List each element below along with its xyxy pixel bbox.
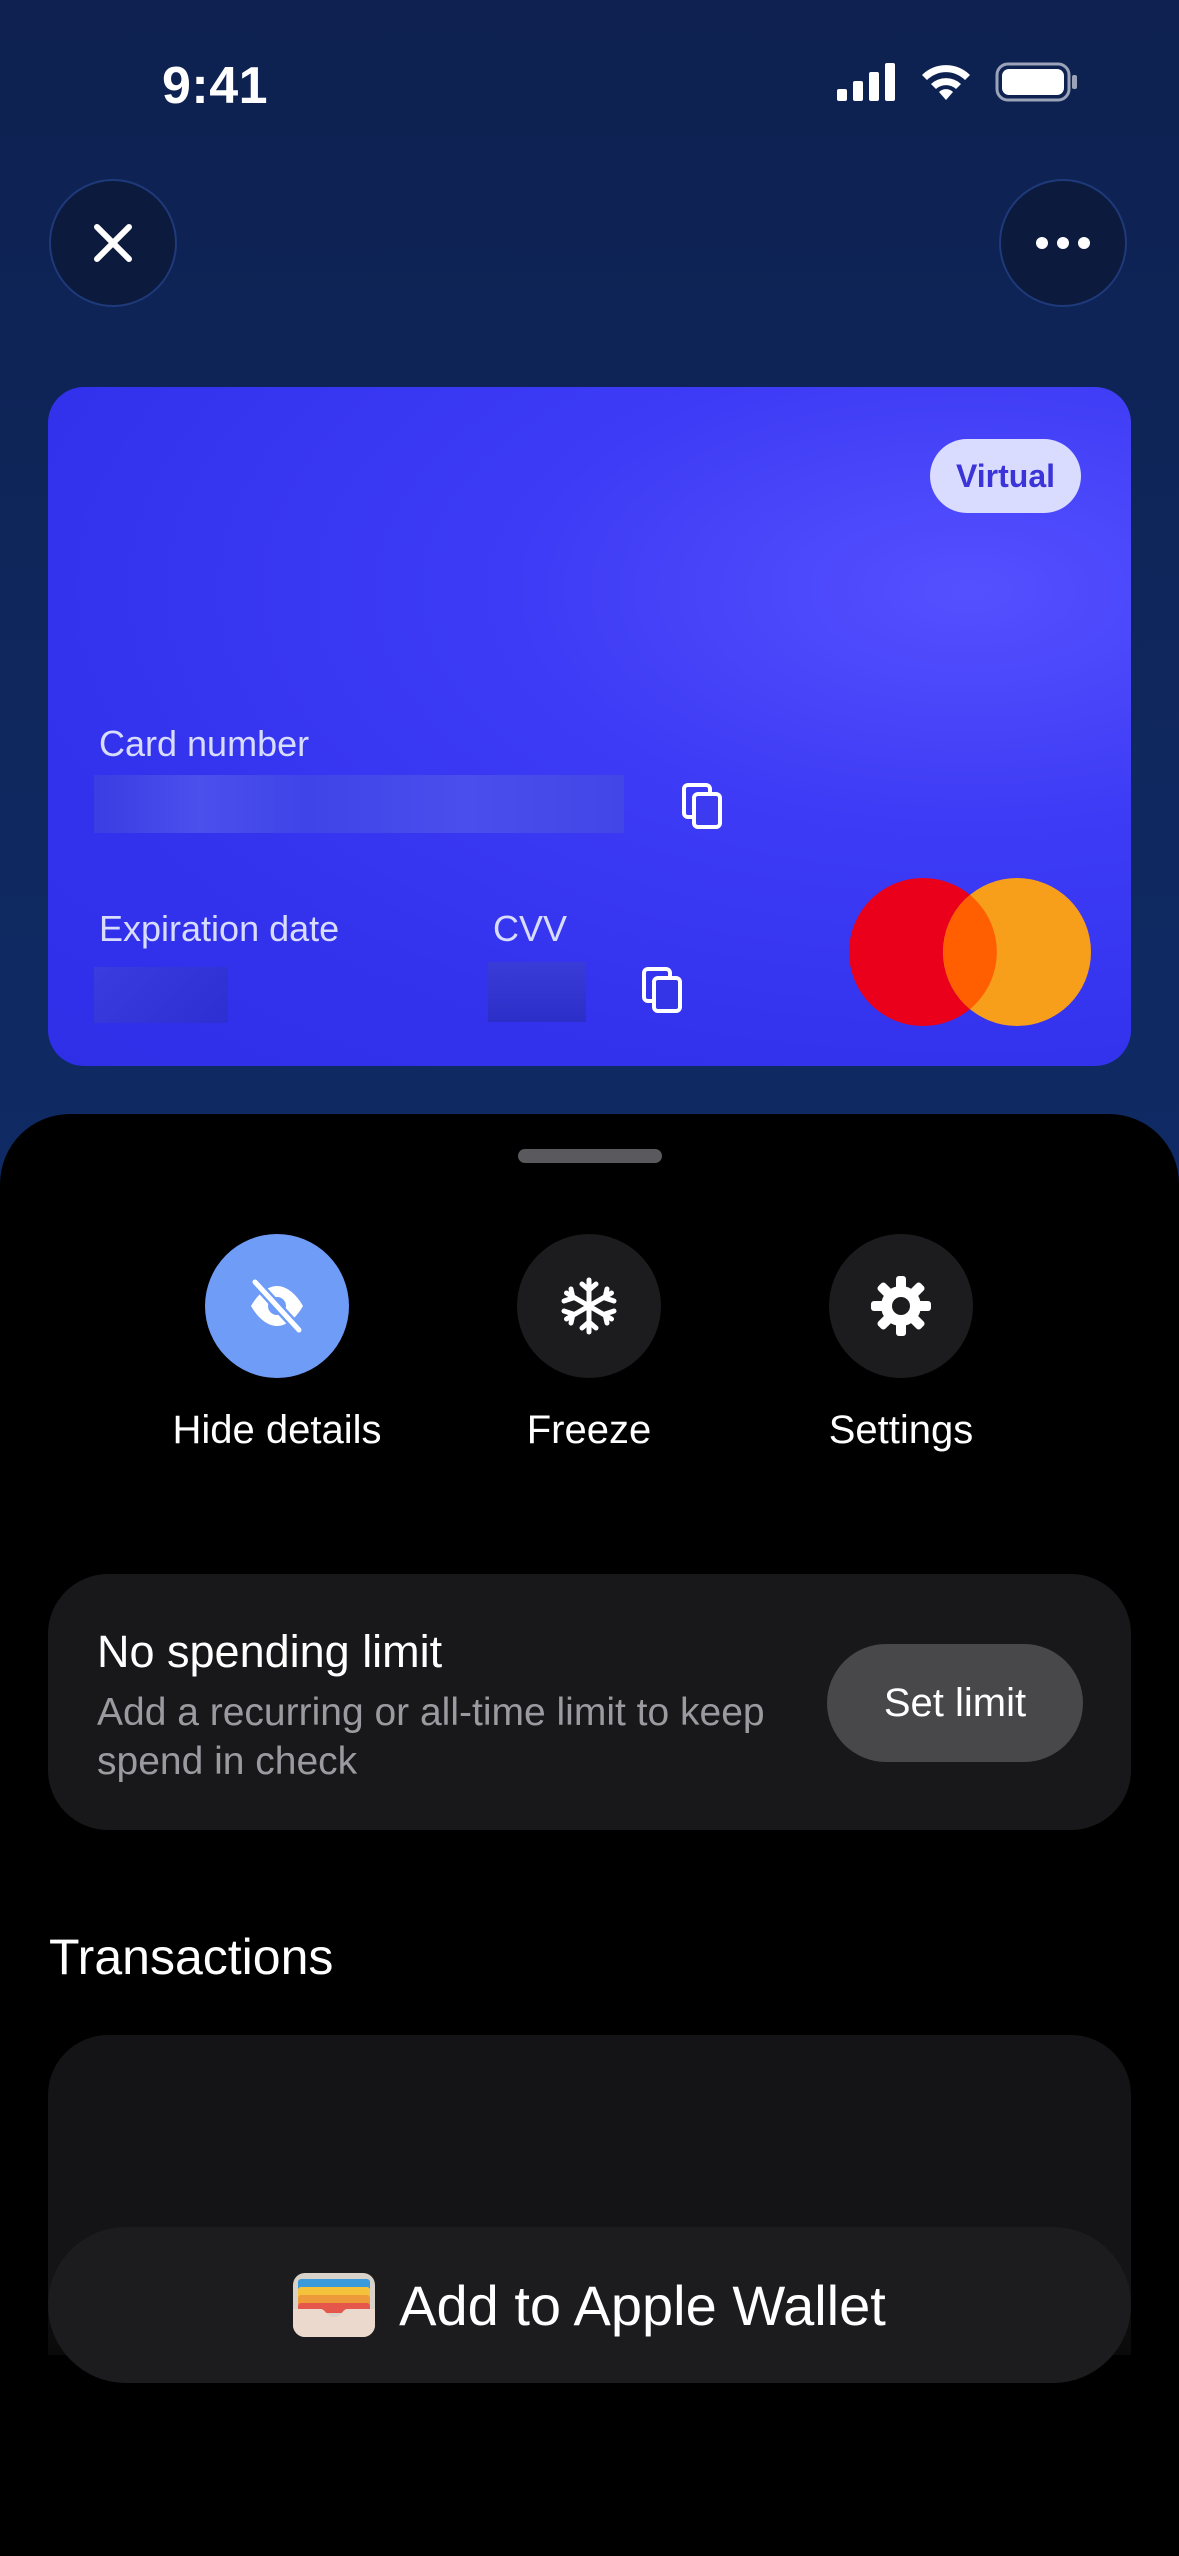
add-to-apple-wallet-button[interactable]: Add to Apple Wallet xyxy=(48,2227,1131,2383)
spending-limit-title: No spending limit xyxy=(97,1626,443,1677)
status-icons xyxy=(837,62,1079,102)
virtual-card: Virtual Card number Expiration date CVV xyxy=(48,387,1131,1066)
transactions-title: Transactions xyxy=(49,1929,334,1985)
freeze-circle[interactable] xyxy=(517,1234,661,1378)
cvv-value xyxy=(488,962,586,1022)
copy-card-number-icon[interactable] xyxy=(680,782,724,830)
card-number-label: Card number xyxy=(99,723,310,764)
card-number-value xyxy=(94,775,624,833)
bottom-sheet: Hide details Freeze Settings No spending… xyxy=(0,1114,1179,2556)
card-details-screen: 9:41 Virtual Card number Expiration date… xyxy=(0,0,1179,2556)
freeze-button[interactable]: Freeze xyxy=(439,1234,739,1453)
expiration-date-label: Expiration date xyxy=(99,908,340,949)
gear-icon xyxy=(871,1276,931,1336)
settings-label: Settings xyxy=(828,1408,974,1452)
sheet-handle[interactable] xyxy=(518,1149,662,1163)
cellular-signal-icon xyxy=(837,63,895,101)
close-icon xyxy=(94,224,132,262)
eye-slash-icon xyxy=(250,1277,304,1335)
add-to-apple-wallet-label: Add to Apple Wallet xyxy=(399,2273,886,2337)
close-button[interactable] xyxy=(49,179,177,307)
settings-button[interactable]: Settings xyxy=(751,1234,1051,1453)
settings-circle[interactable] xyxy=(829,1234,973,1378)
mastercard-logo xyxy=(849,878,1091,1026)
spending-limit-card: No spending limit Add a recurring or all… xyxy=(48,1574,1131,1830)
apple-wallet-icon xyxy=(293,2273,376,2337)
copy-cvv-icon[interactable] xyxy=(640,966,684,1014)
wifi-icon xyxy=(922,65,970,100)
battery-icon xyxy=(995,62,1077,102)
more-options-button[interactable] xyxy=(999,179,1127,307)
set-limit-button[interactable]: Set limit xyxy=(827,1644,1083,1762)
hide-details-button[interactable]: Hide details xyxy=(127,1234,427,1453)
hide-details-label: Hide details xyxy=(172,1408,382,1452)
hide-details-circle[interactable] xyxy=(205,1234,349,1378)
freeze-label: Freeze xyxy=(526,1408,652,1452)
expiration-date-value xyxy=(94,967,228,1023)
cvv-label: CVV xyxy=(493,908,568,949)
spending-limit-description: Add a recurring or all-time limit to kee… xyxy=(97,1691,765,1783)
more-horizontal-icon xyxy=(1036,237,1090,249)
status-time: 9:41 xyxy=(162,57,269,115)
virtual-badge: Virtual xyxy=(930,439,1081,513)
snowflake-icon xyxy=(561,1277,617,1335)
